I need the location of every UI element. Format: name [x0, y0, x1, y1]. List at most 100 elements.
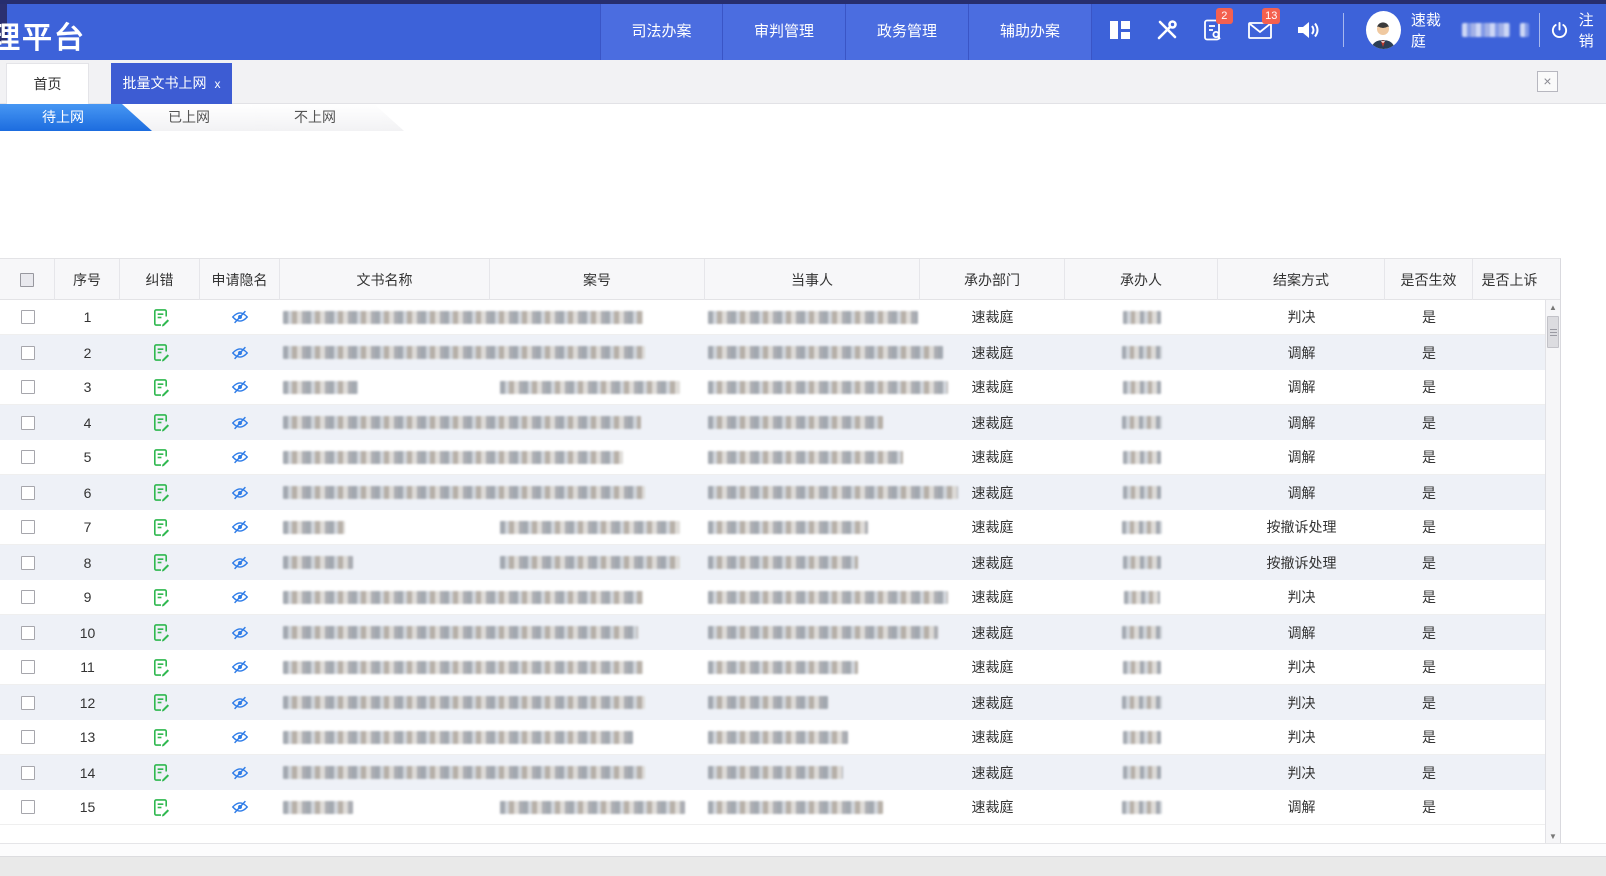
tools-icon[interactable] [1154, 17, 1178, 43]
anonymize-eye-off-icon[interactable] [231, 485, 249, 501]
anonymize-eye-off-icon[interactable] [231, 695, 249, 711]
row-checkbox[interactable] [21, 416, 35, 430]
anonymize-eye-off-icon[interactable] [231, 765, 249, 781]
table-row[interactable]: 5 速裁庭 调解 是 [0, 440, 1546, 475]
table-row[interactable]: 2 速裁庭 调解 是 [0, 335, 1546, 370]
correction-icon[interactable] [151, 448, 170, 467]
table-row[interactable]: 10 速裁庭 调解 是 [0, 615, 1546, 650]
document-audit-icon[interactable]: 2 [1201, 17, 1225, 43]
table-row[interactable]: 4 速裁庭 调解 是 [0, 405, 1546, 440]
row-checkbox[interactable] [21, 346, 35, 360]
nav-item-shenpanguanli[interactable]: 审判管理 [723, 4, 846, 60]
row-checkbox[interactable] [21, 310, 35, 324]
table-row[interactable]: 15 速裁庭 调解 是 [0, 790, 1546, 825]
tab-home[interactable]: 首页 [6, 63, 89, 104]
row-party-cell [705, 720, 920, 755]
row-method: 调解 [1218, 370, 1385, 405]
row-checkbox[interactable] [21, 626, 35, 640]
handler-redacted [1122, 696, 1162, 709]
mail-icon[interactable]: 13 [1247, 17, 1273, 43]
correction-icon[interactable] [151, 728, 170, 747]
table-row[interactable]: 1 速裁庭 判决 是 [0, 300, 1546, 335]
table-row[interactable]: 13 速裁庭 判决 是 [0, 720, 1546, 755]
row-checkbox[interactable] [21, 800, 35, 814]
row-checkbox[interactable] [21, 486, 35, 500]
row-select-cell [0, 650, 55, 685]
scroll-down-arrow-icon[interactable]: ▼ [1546, 829, 1560, 844]
vertical-scrollbar-thumb[interactable] [1547, 316, 1559, 348]
subtab-not-online[interactable]: 不上网 [252, 104, 404, 131]
table-row[interactable]: 8 速裁庭 按撤诉处理 是 [0, 545, 1546, 580]
anonymize-eye-off-icon[interactable] [231, 729, 249, 745]
anonymize-eye-off-icon[interactable] [231, 309, 249, 325]
table-row[interactable]: 14 速裁庭 判决 是 [0, 755, 1546, 790]
horizontal-scrollbar[interactable] [0, 843, 1606, 857]
user-area[interactable]: 速裁庭 注销 [1366, 9, 1606, 51]
anonymize-eye-off-icon[interactable] [231, 415, 249, 431]
table-row[interactable]: 6 速裁庭 调解 是 [0, 475, 1546, 510]
tab-close-x[interactable]: x [215, 77, 221, 91]
scroll-up-arrow-icon[interactable]: ▲ [1546, 300, 1560, 315]
nav-item-zhengwuguanli[interactable]: 政务管理 [846, 4, 969, 60]
anonymize-eye-off-icon[interactable] [231, 799, 249, 815]
row-method: 按撤诉处理 [1218, 510, 1385, 545]
anonymize-eye-off-icon[interactable] [231, 519, 249, 535]
correction-icon[interactable] [151, 693, 170, 712]
vertical-scrollbar[interactable]: ▲ ▼ [1545, 300, 1560, 844]
correction-icon[interactable] [151, 553, 170, 572]
correction-icon[interactable] [151, 413, 170, 432]
table-row[interactable]: 9 速裁庭 判决 是 [0, 580, 1546, 615]
row-checkbox[interactable] [21, 696, 35, 710]
row-checkbox[interactable] [21, 520, 35, 534]
table-row[interactable]: 7 速裁庭 按撤诉处理 是 [0, 510, 1546, 545]
row-effective: 是 [1385, 615, 1473, 650]
row-correction-cell [120, 440, 200, 475]
correction-icon[interactable] [151, 588, 170, 607]
table-row[interactable]: 11 速裁庭 判决 是 [0, 650, 1546, 685]
tab-batch-upload[interactable]: 批量文书上网x [111, 63, 232, 104]
row-handler-cell [1065, 300, 1218, 335]
correction-icon[interactable] [151, 518, 170, 537]
nav-item-sifabanan[interactable]: 司法办案 [600, 4, 723, 60]
row-checkbox[interactable] [21, 556, 35, 570]
anonymize-eye-off-icon[interactable] [231, 589, 249, 605]
row-case-no-cell [490, 790, 705, 825]
correction-icon[interactable] [151, 658, 170, 677]
select-all-checkbox[interactable] [20, 273, 34, 287]
correction-icon[interactable] [151, 343, 170, 362]
row-correction-cell [120, 510, 200, 545]
table-row[interactable]: 12 速裁庭 判决 是 [0, 685, 1546, 720]
correction-icon[interactable] [151, 378, 170, 397]
anonymize-eye-off-icon[interactable] [231, 379, 249, 395]
anonymize-eye-off-icon[interactable] [231, 659, 249, 675]
row-checkbox[interactable] [21, 660, 35, 674]
correction-icon[interactable] [151, 763, 170, 782]
anonymize-eye-off-icon[interactable] [231, 555, 249, 571]
row-party-cell [705, 300, 920, 335]
row-checkbox[interactable] [21, 590, 35, 604]
col-header-method: 结案方式 [1218, 259, 1385, 300]
party-redacted [708, 731, 848, 744]
row-checkbox[interactable] [21, 380, 35, 394]
anonymize-eye-off-icon[interactable] [231, 345, 249, 361]
table-row[interactable]: 3 速裁庭 调解 是 [0, 370, 1546, 405]
logout-button[interactable]: 注销 [1579, 9, 1606, 51]
speaker-icon[interactable] [1295, 17, 1321, 43]
correction-icon[interactable] [151, 308, 170, 327]
results-table: 序号 纠错 申请隐名 文书名称 案号 当事人 承办部门 承办人 结案方式 是否生… [0, 258, 1561, 843]
nav-item-fuzhubanan[interactable]: 辅助办案 [969, 4, 1092, 60]
row-effective: 是 [1385, 790, 1473, 825]
row-effective: 是 [1385, 755, 1473, 790]
handler-redacted [1122, 416, 1162, 429]
power-icon[interactable] [1550, 20, 1569, 40]
anonymize-eye-off-icon[interactable] [231, 625, 249, 641]
row-checkbox[interactable] [21, 450, 35, 464]
correction-icon[interactable] [151, 623, 170, 642]
row-checkbox[interactable] [21, 730, 35, 744]
anonymize-eye-off-icon[interactable] [231, 449, 249, 465]
correction-icon[interactable] [151, 483, 170, 502]
correction-icon[interactable] [151, 798, 170, 817]
layout-icon[interactable] [1108, 17, 1132, 43]
panel-close-button[interactable]: × [1537, 71, 1558, 92]
row-checkbox[interactable] [21, 766, 35, 780]
